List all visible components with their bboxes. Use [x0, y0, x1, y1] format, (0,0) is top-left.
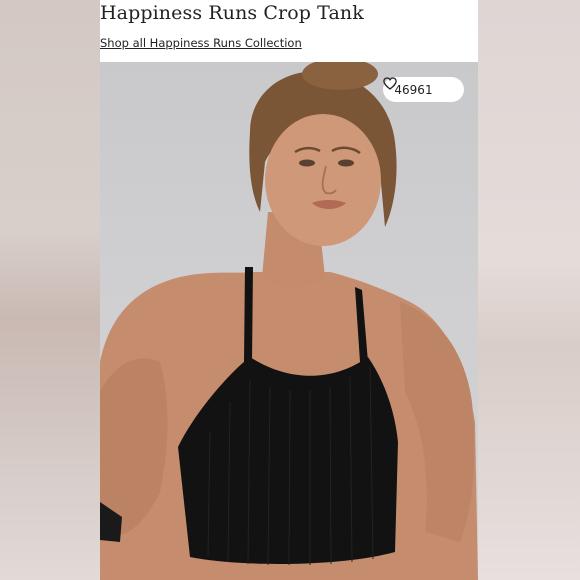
like-button[interactable]: 46961 [383, 77, 464, 102]
product-title: Happiness Runs Crop Tank [100, 2, 364, 24]
product-panel: Happiness Runs Crop Tank Shop all Happin… [100, 0, 478, 580]
background-blur-left [0, 0, 100, 580]
background-blur-right [478, 0, 580, 580]
model-photo-illustration [100, 62, 478, 580]
product-image[interactable]: 46961 [100, 62, 478, 580]
collection-link[interactable]: Shop all Happiness Runs Collection [100, 36, 302, 50]
tank-left-strap [244, 267, 253, 362]
like-count: 46961 [394, 82, 433, 97]
heart-icon [383, 77, 453, 96]
